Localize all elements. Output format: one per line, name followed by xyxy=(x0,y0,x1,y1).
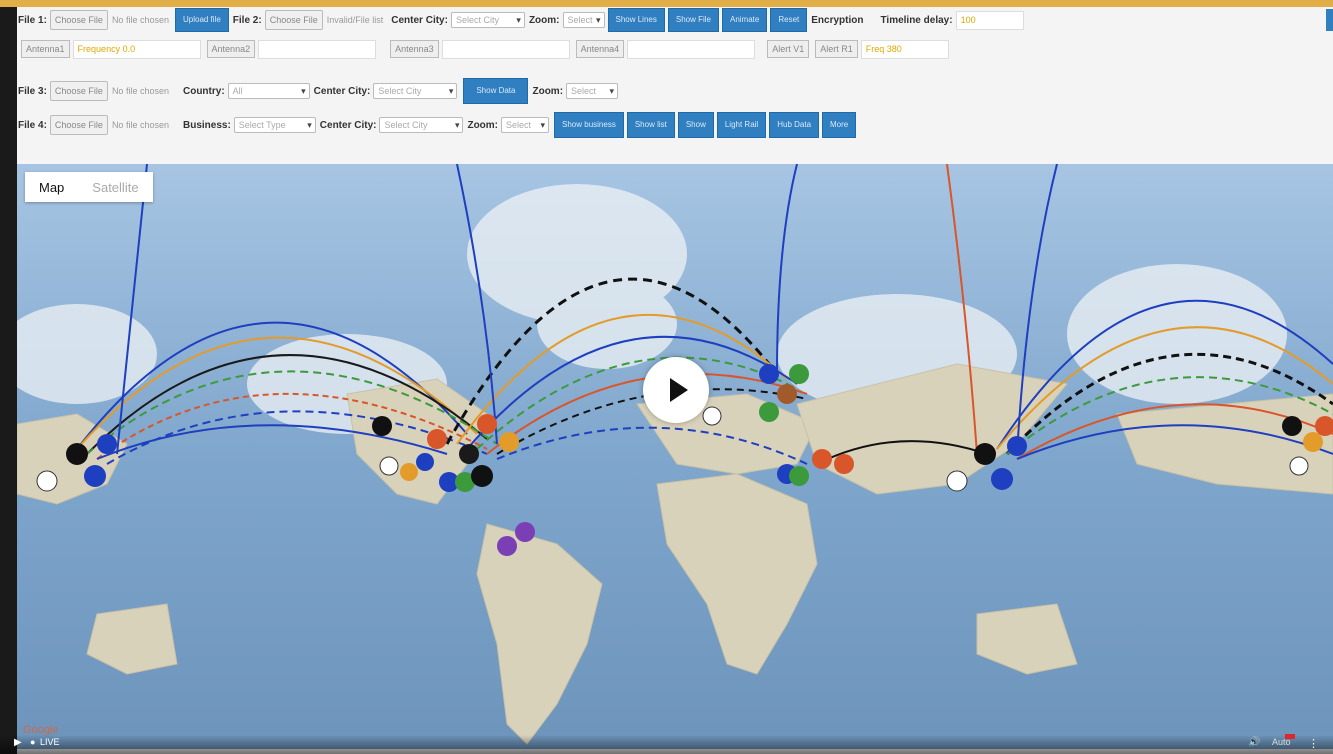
overflow-button[interactable] xyxy=(1326,9,1333,31)
animate-button[interactable]: Animate xyxy=(721,8,768,32)
alert-input[interactable]: Freq 380 xyxy=(860,39,949,59)
antenna2-button[interactable]: Antenna2 xyxy=(206,40,256,58)
file3-status: No file chosen xyxy=(111,86,169,96)
world-map[interactable]: Map Satellite Google xyxy=(17,164,1333,749)
alert-v1-button[interactable]: Alert V1 xyxy=(767,40,810,58)
toolbar-row-4: File 4: Choose File No file chosen Busin… xyxy=(17,112,857,138)
show-file-button[interactable]: Show File xyxy=(667,8,719,32)
toolbar-row-2: Antenna1 Frequency 0.0 Antenna2 Antenna3… xyxy=(17,36,949,62)
show-business-button[interactable]: Show business xyxy=(554,112,624,138)
zoom-label-4: Zoom: xyxy=(467,119,499,131)
center-city-select-3[interactable]: Select City xyxy=(373,83,458,99)
antenna3-button[interactable]: Antenna3 xyxy=(390,40,439,58)
center-city-select-4[interactable]: Select City xyxy=(379,117,464,133)
encryption-label: Encryption xyxy=(811,14,864,26)
country-select[interactable]: All xyxy=(227,83,310,99)
play-icon[interactable]: ▶ xyxy=(14,737,22,748)
timeline-label: Timeline delay: xyxy=(880,14,953,26)
zoom-select-4[interactable]: Select xyxy=(501,117,550,133)
upload-file-button[interactable]: Upload file xyxy=(174,8,229,32)
zoom-label-3: Zoom: xyxy=(532,85,564,97)
file1-status: No file chosen xyxy=(111,15,169,25)
show-button[interactable]: Show xyxy=(677,112,714,138)
map-type-toggle[interactable]: Map Satellite xyxy=(25,172,153,202)
antenna1-button[interactable]: Antenna1 xyxy=(21,40,70,58)
live-dot-icon: ● xyxy=(30,737,36,747)
toolbar-row-1: File 1: Choose File No file chosen Uploa… xyxy=(17,7,1024,33)
toolbar-row-3: File 3: Choose File No file chosen Count… xyxy=(17,78,619,104)
zoom-label: Zoom: xyxy=(528,14,560,26)
center-city-label: Center City: xyxy=(391,14,448,26)
hub-data-button[interactable]: Hub Data xyxy=(769,112,820,138)
file2-label: File 2: xyxy=(232,14,262,26)
more-options-icon[interactable]: ⋮ xyxy=(1308,737,1319,750)
center-city-label-3: Center City: xyxy=(313,85,371,97)
file1-choose-button[interactable]: Choose File xyxy=(49,10,108,30)
timeline-input[interactable]: 100 xyxy=(955,10,1024,30)
show-list-button[interactable]: Show list xyxy=(626,112,675,138)
file4-choose-button[interactable]: Choose File xyxy=(49,115,108,135)
reset-button[interactable]: Reset xyxy=(770,8,808,32)
antenna1-input[interactable]: Frequency 0.0 xyxy=(72,39,201,59)
antenna2-input[interactable] xyxy=(258,39,377,59)
file4-label: File 4: xyxy=(18,119,47,131)
satellite-view-button[interactable]: Satellite xyxy=(78,180,152,195)
business-select[interactable]: Select Type xyxy=(233,117,316,133)
zoom-select-3[interactable]: Select xyxy=(566,83,619,99)
live-label: LIVE xyxy=(40,737,60,747)
zoom-select[interactable]: Select xyxy=(562,12,605,28)
file4-status: No file chosen xyxy=(111,120,169,130)
file3-label: File 3: xyxy=(18,85,47,97)
antenna3-input[interactable] xyxy=(441,39,570,59)
left-border xyxy=(0,7,17,754)
top-border xyxy=(0,0,1333,7)
center-city-label-4: Center City: xyxy=(319,119,377,131)
player-controls xyxy=(0,735,1333,754)
antenna4-input[interactable] xyxy=(627,39,756,59)
show-lines-button[interactable]: Show Lines xyxy=(607,8,665,32)
map-view-button[interactable]: Map xyxy=(25,180,78,195)
show-data-button[interactable]: Show Data xyxy=(463,78,529,104)
file2-choose-button[interactable]: Choose File xyxy=(264,10,323,30)
file3-choose-button[interactable]: Choose File xyxy=(49,81,108,101)
center-city-select[interactable]: Select City xyxy=(450,12,525,28)
light-rail-button[interactable]: Light Rail xyxy=(716,112,767,138)
map-app: File 1: Choose File No file chosen Uploa… xyxy=(17,7,1333,754)
alert-r1-button[interactable]: Alert R1 xyxy=(815,40,858,58)
hd-badge xyxy=(1285,734,1295,739)
business-label: Business: xyxy=(182,119,231,131)
volume-icon[interactable]: 🔊 xyxy=(1248,737,1260,748)
map-canvas xyxy=(17,164,1333,749)
file1-label: File 1: xyxy=(18,14,47,26)
file2-status: Invalid/File list xyxy=(326,15,384,25)
play-button[interactable] xyxy=(643,357,709,423)
more-button[interactable]: More xyxy=(822,112,857,138)
antenna4-button[interactable]: Antenna4 xyxy=(575,40,625,58)
country-label: Country: xyxy=(182,85,225,97)
